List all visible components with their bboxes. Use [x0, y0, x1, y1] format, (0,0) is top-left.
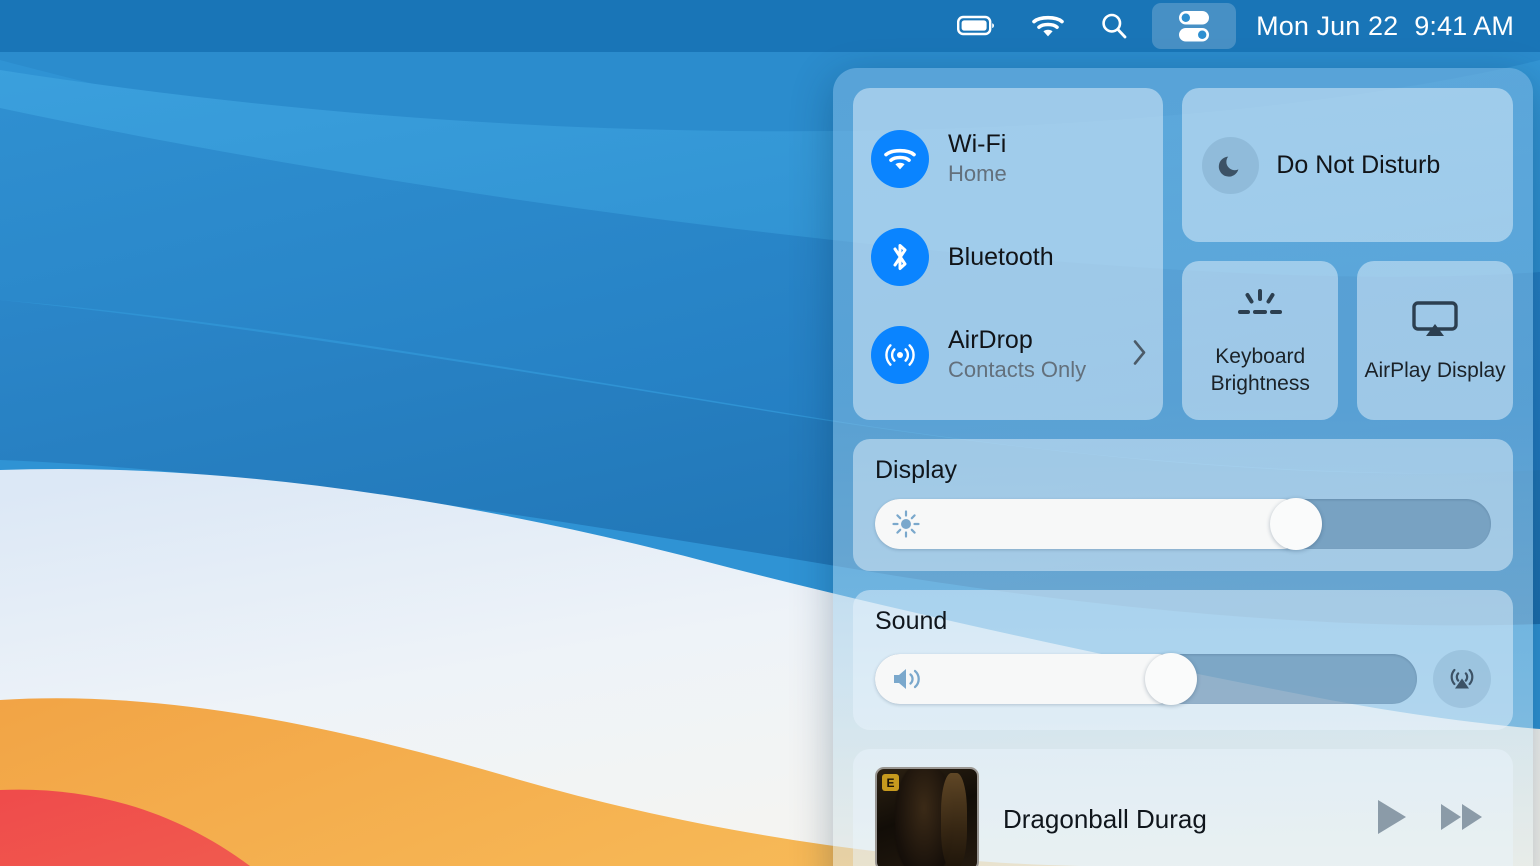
track-title: Dragonball Durag: [1003, 803, 1207, 834]
now-playing-card[interactable]: E Dragonball Durag: [853, 749, 1513, 866]
wifi-row[interactable]: Wi-Fi Home: [853, 110, 1163, 208]
wifi-text: Wi-Fi Home: [948, 130, 1007, 187]
control-center-top-row: Wi-Fi Home Bluetooth AirDrop Contacts On…: [853, 88, 1513, 420]
airplay-display-tile[interactable]: AirPlay Display: [1357, 261, 1513, 420]
play-button[interactable]: [1371, 796, 1411, 843]
menubar-time[interactable]: 9:41 AM: [1408, 11, 1518, 42]
fast-forward-button[interactable]: [1437, 796, 1487, 843]
airplay-display-label: AirPlay Display: [1364, 359, 1506, 383]
connectivity-tile: Wi-Fi Home Bluetooth AirDrop Contacts On…: [853, 88, 1164, 420]
sound-card: Sound: [853, 590, 1513, 730]
display-slider-knob[interactable]: [1269, 498, 1322, 550]
keyboard-brightness-tile[interactable]: Keyboard Brightness: [1182, 261, 1339, 420]
display-slider-fill: [875, 499, 1308, 549]
control-center-right-column: Do Not Disturb Keyboard Brightness AirPl…: [1182, 88, 1513, 420]
album-artwork: E: [875, 767, 979, 866]
airplay-audio-button[interactable]: [1433, 650, 1491, 708]
keyboard-brightness-icon: [1232, 288, 1288, 331]
sound-title: Sound: [875, 607, 948, 635]
sound-slider-fill: [875, 654, 1183, 704]
keyboard-brightness-label: Keyboard Brightness: [1210, 345, 1310, 395]
do-not-disturb-label: Do Not Disturb: [1276, 151, 1441, 179]
brightness-icon: [891, 509, 921, 539]
bluetooth-icon[interactable]: [871, 228, 929, 286]
mini-tiles-row: Keyboard Brightness AirPlay Display: [1182, 261, 1513, 420]
wifi-subtitle: Home: [948, 161, 1007, 187]
battery-icon: [957, 14, 997, 38]
airplay-video-icon: [1410, 300, 1460, 345]
bluetooth-title: Bluetooth: [948, 242, 1054, 271]
moon-icon: [1202, 136, 1260, 194]
airdrop-subtitle: Contacts Only: [948, 357, 1087, 383]
display-slider-row: [875, 498, 1491, 550]
airdrop-text: AirDrop Contacts Only: [948, 326, 1086, 383]
display-title: Display: [875, 456, 957, 484]
wifi-title: Wi-Fi: [948, 130, 1007, 159]
bluetooth-row[interactable]: Bluetooth: [853, 208, 1163, 306]
airdrop-icon[interactable]: [871, 326, 929, 384]
menu-bar: Mon Jun 22 9:41 AM: [0, 0, 1540, 52]
airdrop-row[interactable]: AirDrop Contacts Only: [853, 306, 1163, 404]
chevron-right-icon[interactable]: [1131, 338, 1149, 373]
display-brightness-slider[interactable]: [875, 498, 1491, 550]
airdrop-title: AirDrop: [948, 326, 1033, 355]
display-card: Display: [853, 439, 1513, 571]
menubar-date[interactable]: Mon Jun 22: [1242, 11, 1408, 42]
sound-slider-knob[interactable]: [1144, 653, 1197, 705]
sound-volume-slider[interactable]: [875, 653, 1417, 705]
sound-slider-row: [875, 650, 1491, 708]
playback-controls: [1371, 796, 1491, 843]
menubar-search[interactable]: [1082, 0, 1146, 52]
airplay-audio-icon: [1445, 660, 1479, 699]
menubar-battery[interactable]: [940, 0, 1014, 52]
control-center-icon: [1174, 7, 1214, 45]
do-not-disturb-tile[interactable]: Do Not Disturb: [1182, 88, 1513, 242]
explicit-badge: E: [882, 774, 899, 791]
menubar-control-center-button[interactable]: [1152, 3, 1237, 49]
bluetooth-text: Bluetooth: [948, 243, 1054, 272]
menubar-wifi[interactable]: [1014, 0, 1082, 52]
album-artwork-strand: [941, 773, 967, 866]
search-icon: [1099, 11, 1129, 41]
wifi-icon[interactable]: [871, 130, 929, 188]
wifi-icon: [1031, 13, 1065, 39]
volume-icon: [891, 665, 925, 693]
control-center-panel: Wi-Fi Home Bluetooth AirDrop Contacts On…: [833, 68, 1533, 866]
